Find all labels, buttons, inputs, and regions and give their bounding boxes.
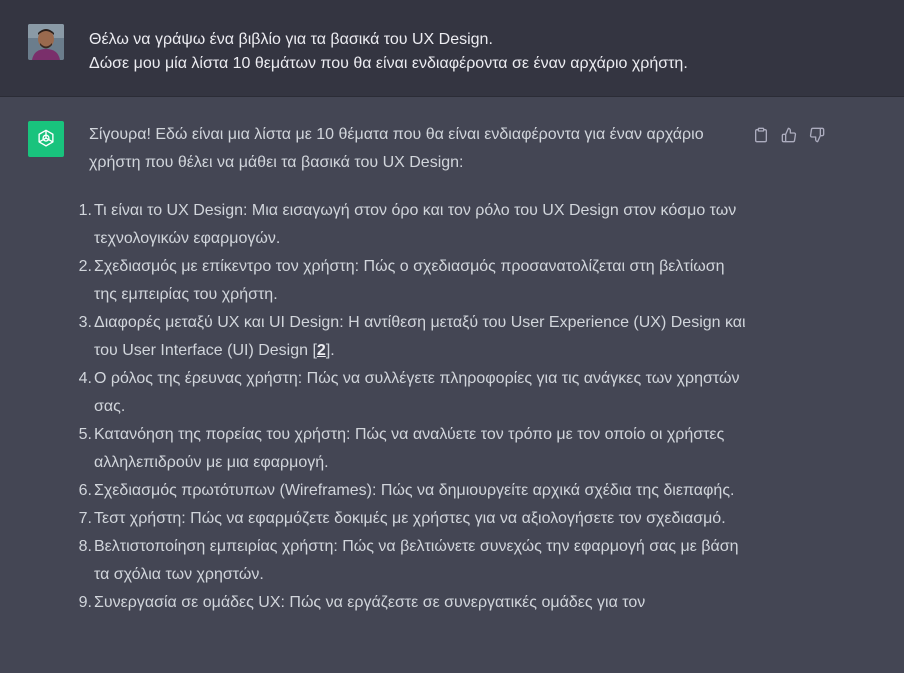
user-message-row: Θέλω να γράψω ένα βιβλίο για τα βασικά τ… — [0, 0, 904, 97]
list-item: 6. Σχεδιασμός πρωτότυπων (Wireframes): Πώ… — [79, 477, 749, 505]
list-item: 2. Σχεδιασμός με επίκεντρο τον χρήστη: Πώ… — [79, 253, 749, 309]
list-item-number: 2. — [78, 258, 92, 275]
user-avatar-image — [28, 24, 64, 60]
list-item-number: 1. — [78, 202, 92, 219]
assistant-intro: Σίγουρα! Εδώ είναι μια λίστα με 10 θέματ… — [89, 126, 704, 171]
list-item: 7. Τεστ χρήστη: Πώς να εφαρμόζετε δοκιμές… — [79, 505, 749, 533]
list-item-number: 6. — [78, 482, 92, 499]
assistant-message-row: Σίγουρα! Εδώ είναι μια λίστα με 10 θέματ… — [0, 97, 904, 673]
list-item-text: Τι είναι το UX Design: Μια εισαγωγή στον… — [94, 202, 737, 247]
list-item: 4. Ο ρόλος της έρευνας χρήστη: Πώς να συλ… — [79, 365, 749, 421]
list-item-number: 9. — [78, 594, 92, 611]
thumbs-down-icon[interactable] — [808, 126, 826, 144]
list-item: 9. Συνεργασία σε ομάδες UX: Πώς να εργάζε… — [79, 589, 749, 617]
list-item-text: Σχεδιασμός με επίκεντρο τον χρήστη: Πώς … — [94, 258, 725, 303]
list-item-number: 3. — [78, 314, 92, 331]
list-item: 3. Διαφορές μεταξύ UX και UI Design: Η αν… — [79, 309, 749, 365]
citation-link[interactable]: 2 — [317, 342, 326, 359]
assistant-message-text: Σίγουρα! Εδώ είναι μια λίστα με 10 θέματ… — [79, 121, 749, 617]
list-item-number: 8. — [78, 538, 92, 555]
list-item-number: 7. — [78, 510, 92, 527]
list-item-text: Βελτιστοποίηση εμπειρίας χρήστη: Πώς να … — [94, 538, 739, 583]
user-avatar — [28, 24, 64, 60]
list-item-text: Συνεργασία σε ομάδες UX: Πώς να εργάζεστ… — [94, 594, 646, 611]
thumbs-up-icon[interactable] — [780, 126, 798, 144]
user-message-line-1: Θέλω να γράψω ένα βιβλίο για τα βασικά τ… — [89, 31, 493, 48]
list-item-text-end: ]. — [325, 342, 335, 359]
list-item-text: Ο ρόλος της έρευνας χρήστη: Πώς να συλλέ… — [94, 370, 740, 415]
list-item-number: 5. — [78, 426, 92, 443]
message-actions — [752, 126, 826, 144]
list-item-text: Τεστ χρήστη: Πώς να εφαρμόζετε δοκιμές μ… — [94, 510, 726, 527]
clipboard-icon[interactable] — [752, 126, 770, 144]
topic-list: 1. Τι είναι το UX Design: Μια εισαγωγή στ… — [79, 197, 749, 617]
user-message-line-2: Δώσε μου μία λίστα 10 θεμάτων που θα είν… — [89, 55, 688, 72]
list-item-text: Διαφορές μεταξύ UX και UI Design: Η αντί… — [94, 314, 746, 359]
list-item-text: Σχεδιασμός πρωτότυπων (Wireframes): Πώς … — [94, 482, 735, 499]
list-item: 1. Τι είναι το UX Design: Μια εισαγωγή στ… — [79, 197, 749, 253]
list-item: 8. Βελτιστοποίηση εμπειρίας χρήστη: Πώς ν… — [79, 533, 749, 589]
list-item-number: 4. — [78, 370, 92, 387]
list-item-text: Κατανόηση της πορείας του χρήστη: Πώς να… — [94, 426, 725, 471]
list-item: 5. Κατανόηση της πορείας του χρήστη: Πώς … — [79, 421, 749, 477]
chatgpt-logo-icon — [28, 121, 64, 157]
user-message-text: Θέλω να γράψω ένα βιβλίο για τα βασικά τ… — [89, 28, 869, 76]
